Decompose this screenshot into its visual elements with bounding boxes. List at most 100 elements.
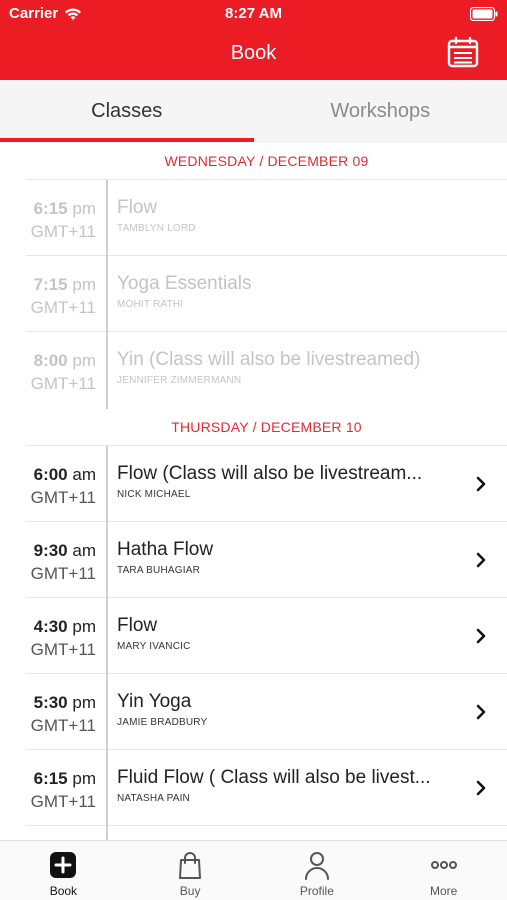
tabbar-item-book[interactable]: Book (0, 841, 127, 900)
time-value: 9:30 (33, 541, 68, 560)
timeline-divider (106, 256, 108, 332)
class-instructor: MARY IVANCIC (117, 641, 191, 652)
active-tab-indicator (0, 138, 254, 142)
timeline-divider (106, 826, 108, 840)
time-zone: GMT+11 (30, 298, 96, 317)
time-value: 6:15 (33, 199, 68, 218)
class-title: Yin (Class will also be livestreamed) (117, 349, 421, 370)
timeline-divider (106, 598, 108, 674)
class-info: Flow TAMBLYN LORD (117, 197, 467, 234)
timeline-divider (106, 750, 108, 826)
class-instructor: TARA BUHAGIAR (117, 565, 200, 576)
chevron-right-icon (476, 704, 486, 720)
time-ampm: pm (72, 769, 96, 788)
time-ampm: pm (72, 199, 96, 218)
class-title: Flow (117, 197, 158, 218)
timeline-divider (106, 180, 108, 256)
chevron-right-icon (476, 780, 486, 796)
timeline-divider (106, 446, 108, 522)
time-value: 5:30 (33, 693, 68, 712)
time-value: 6:00 (33, 465, 68, 484)
plus-square-icon (50, 852, 77, 878)
time-zone: GMT+11 (30, 222, 96, 241)
class-instructor: TAMBLYN LORD (117, 223, 196, 234)
battery-icon (470, 7, 498, 21)
day-header-thursday: THURSDAY / DECEMBER 10 (26, 408, 507, 446)
time-value: 8:00 (33, 351, 68, 370)
class-row-partial[interactable] (26, 826, 507, 840)
tabbar-label-buy: Buy (179, 884, 201, 898)
timeline-divider (106, 674, 108, 750)
class-info: Flow MARY IVANCIC (117, 615, 467, 652)
class-time: 5:30 pm GMT+11 (26, 691, 96, 737)
segment-tabs: Classes Workshops (0, 80, 507, 143)
chevron-right-icon (476, 476, 486, 492)
time-zone: GMT+11 (30, 640, 96, 659)
class-time: 6:15 pm GMT+11 (26, 767, 96, 813)
class-row[interactable]: 5:30 pm GMT+11 Yin Yoga JAMIE BRADBURY (26, 674, 507, 750)
time-ampm: pm (72, 617, 96, 636)
tabbar-item-buy[interactable]: Buy (127, 841, 254, 900)
tabbar-label-book: Book (49, 884, 78, 898)
app-header: Carrier 8:27 AM Book (0, 0, 507, 80)
page-title: Book (230, 42, 277, 64)
class-info: Flow (Class will also be livestream... N… (117, 463, 467, 500)
class-title: Yin Yoga (117, 691, 192, 712)
class-instructor: MOHIT RATHI (117, 299, 184, 310)
shopping-bag-icon (179, 852, 202, 879)
class-title: Yoga Essentials (117, 273, 252, 294)
class-row: 6:15 pm GMT+11 Flow TAMBLYN LORD (26, 180, 507, 256)
time-zone: GMT+11 (30, 716, 96, 735)
class-info: Yin Yoga JAMIE BRADBURY (117, 691, 467, 728)
time-zone: GMT+11 (30, 374, 96, 393)
status-bar: Carrier 8:27 AM (0, 0, 507, 28)
class-row[interactable]: 4:30 pm GMT+11 Flow MARY IVANCIC (26, 598, 507, 674)
class-time: 4:30 pm GMT+11 (26, 615, 96, 661)
status-time: 8:27 AM (225, 5, 282, 22)
time-value: 7:15 (33, 275, 68, 294)
class-instructor: NICK MICHAEL (117, 489, 191, 500)
tab-classes[interactable]: Classes (0, 80, 254, 143)
tab-workshops[interactable]: Workshops (254, 80, 507, 143)
class-row[interactable]: 9:30 am GMT+11 Hatha Flow TARA BUHAGIAR (26, 522, 507, 598)
time-value: 4:30 (33, 617, 68, 636)
class-instructor: NATASHA PAIN (117, 793, 190, 804)
tabbar-item-profile[interactable]: Profile (254, 841, 381, 900)
class-info: Fluid Flow ( Class will also be livest..… (117, 767, 467, 804)
timeline-divider (106, 522, 108, 598)
class-time: 6:00 am GMT+11 (26, 463, 96, 509)
time-ampm: pm (72, 351, 96, 370)
class-info: Hatha Flow TARA BUHAGIAR (117, 539, 467, 576)
class-instructor: JENNIFER ZIMMERMANN (117, 375, 242, 386)
class-row[interactable]: 6:00 am GMT+11 Flow (Class will also be … (26, 446, 507, 522)
class-row: 8:00 pm GMT+11 Yin (Class will also be l… (26, 332, 507, 409)
time-zone: GMT+11 (30, 564, 96, 583)
timeline-divider (106, 332, 108, 409)
chevron-right-icon (476, 628, 486, 644)
class-info: Yin (Class will also be livestreamed) JE… (117, 349, 467, 386)
class-title: Flow (Class will also be livestream... (117, 463, 423, 484)
calendar-icon[interactable] (447, 36, 479, 68)
time-value: 6:15 (33, 769, 68, 788)
chevron-right-icon (476, 552, 486, 568)
bottom-tab-bar: Book Buy Profile More (0, 840, 507, 900)
time-ampm: pm (72, 693, 96, 712)
class-list[interactable]: WEDNESDAY / DECEMBER 09 6:15 pm GMT+11 F… (0, 143, 507, 840)
time-ampm: am (72, 541, 96, 560)
class-title: Flow (117, 615, 158, 636)
class-info: Yoga Essentials MOHIT RATHI (117, 273, 467, 310)
class-title: Hatha Flow (117, 539, 214, 560)
tabbar-label-profile: Profile (299, 884, 334, 898)
time-ampm: pm (72, 275, 96, 294)
time-ampm: am (72, 465, 96, 484)
day-header-wednesday: WEDNESDAY / DECEMBER 09 (26, 143, 507, 180)
class-time: 8:00 pm GMT+11 (26, 349, 96, 395)
time-zone: GMT+11 (30, 792, 96, 811)
class-title: Fluid Flow ( Class will also be livest..… (117, 767, 431, 788)
tabbar-item-more[interactable]: More (380, 841, 507, 900)
time-zone: GMT+11 (30, 488, 96, 507)
class-instructor: JAMIE BRADBURY (117, 717, 208, 728)
class-time: 6:15 pm GMT+11 (26, 197, 96, 243)
class-row: 7:15 pm GMT+11 Yoga Essentials MOHIT RAT… (26, 256, 507, 332)
class-row[interactable]: 6:15 pm GMT+11 Fluid Flow ( Class will a… (26, 750, 507, 826)
